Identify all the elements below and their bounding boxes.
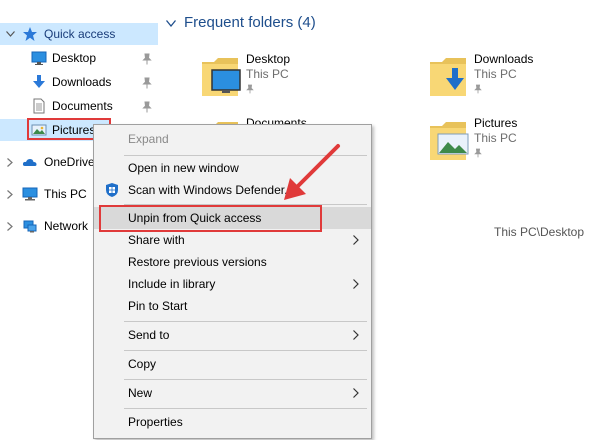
recent-file-path: This PC\Desktop xyxy=(494,225,585,239)
submenu-arrow-icon xyxy=(353,279,359,289)
menu-separator xyxy=(124,321,367,322)
chevron-right-icon[interactable] xyxy=(5,157,15,167)
menu-item-label: Properties xyxy=(128,415,183,429)
menu-item-label: Expand xyxy=(128,132,169,146)
menu-item-label: Send to xyxy=(128,328,170,342)
folder-name: Pictures xyxy=(474,116,518,130)
menu-item-label: Share with xyxy=(128,233,185,247)
menu-item-include-library[interactable]: Include in library xyxy=(94,273,371,295)
folder-name: Desktop xyxy=(246,52,291,66)
menu-item-scan-defender[interactable]: Scan with Windows Defender... xyxy=(94,179,371,201)
pin-icon xyxy=(474,148,482,158)
folder-location: This PC xyxy=(246,67,289,81)
folder-location: This PC xyxy=(474,67,517,81)
menu-item-label: Copy xyxy=(128,357,157,371)
menu-item-expand[interactable]: Expand xyxy=(94,128,371,150)
chevron-down-icon[interactable] xyxy=(165,14,177,31)
nav-item-label: Desktop xyxy=(52,51,97,65)
folder-tile-downloads[interactable]: Downloads This PC xyxy=(428,52,588,102)
pin-icon xyxy=(246,84,254,94)
star-icon xyxy=(22,26,38,42)
menu-item-label: Scan with Windows Defender... xyxy=(128,183,295,197)
desktop-folder-icon xyxy=(202,58,241,96)
menu-item-pin-to-start[interactable]: Pin to Start xyxy=(94,295,371,317)
pictures-folder-icon xyxy=(430,122,469,160)
menu-item-label: Include in library xyxy=(128,277,216,291)
nav-item-label: Documents xyxy=(52,99,113,113)
menu-item-send-to[interactable]: Send to xyxy=(94,324,371,346)
chevron-right-icon[interactable] xyxy=(5,221,15,231)
chevron-right-icon[interactable] xyxy=(5,189,15,199)
folder-name: Downloads xyxy=(474,52,534,66)
menu-item-properties[interactable]: Properties xyxy=(94,411,371,433)
nav-item-label: Downloads xyxy=(52,75,112,89)
menu-item-label: Open in new window xyxy=(128,161,239,175)
menu-item-new[interactable]: New xyxy=(94,382,371,404)
desktop-icon xyxy=(31,50,47,66)
pin-icon[interactable] xyxy=(142,53,152,65)
menu-item-label: Restore previous versions xyxy=(128,255,267,269)
submenu-arrow-icon xyxy=(353,235,359,245)
network-icon xyxy=(22,218,38,234)
menu-item-label: Pin to Start xyxy=(128,299,188,313)
folder-tile-desktop[interactable]: Desktop This PC xyxy=(200,52,360,102)
computer-icon xyxy=(22,186,38,202)
downloads-icon xyxy=(31,74,47,90)
menu-item-copy[interactable]: Copy xyxy=(94,353,371,375)
nav-item-label: This PC xyxy=(44,187,87,201)
nav-item-label: OneDrive xyxy=(44,155,95,169)
documents-icon xyxy=(31,98,47,114)
chevron-down-icon[interactable] xyxy=(5,29,15,39)
pin-icon[interactable] xyxy=(142,101,152,113)
pin-icon[interactable] xyxy=(142,77,152,89)
nav-quick-access[interactable]: Quick access xyxy=(0,23,158,45)
onedrive-icon xyxy=(22,154,38,170)
menu-item-restore-versions[interactable]: Restore previous versions xyxy=(94,251,371,273)
windows-defender-icon xyxy=(106,183,118,197)
menu-item-label: New xyxy=(128,386,153,400)
submenu-arrow-icon xyxy=(353,388,359,398)
section-title: Frequent folders (4) xyxy=(184,14,316,31)
frequent-folders-header[interactable]: Frequent folders (4) xyxy=(165,14,316,31)
menu-separator xyxy=(124,408,367,409)
menu-separator xyxy=(124,155,367,156)
context-menu: Expand Open in new window Scan with Wind… xyxy=(93,124,372,439)
nav-item-documents[interactable]: Documents xyxy=(0,95,158,117)
folder-tile-pictures[interactable]: Pictures This PC xyxy=(428,116,588,166)
pin-icon xyxy=(474,84,482,94)
nav-item-desktop[interactable]: Desktop xyxy=(0,47,158,69)
nav-quick-access-label: Quick access xyxy=(44,27,116,41)
folder-location: This PC xyxy=(474,131,517,145)
nav-item-label: Network xyxy=(44,219,89,233)
menu-item-share-with[interactable]: Share with xyxy=(94,229,371,251)
unpin-highlight-box xyxy=(99,205,322,232)
menu-separator xyxy=(124,350,367,351)
submenu-arrow-icon xyxy=(353,330,359,340)
downloads-folder-icon xyxy=(430,58,466,96)
nav-item-downloads[interactable]: Downloads xyxy=(0,71,158,93)
menu-item-open-new-window[interactable]: Open in new window xyxy=(94,157,371,179)
menu-separator xyxy=(124,379,367,380)
